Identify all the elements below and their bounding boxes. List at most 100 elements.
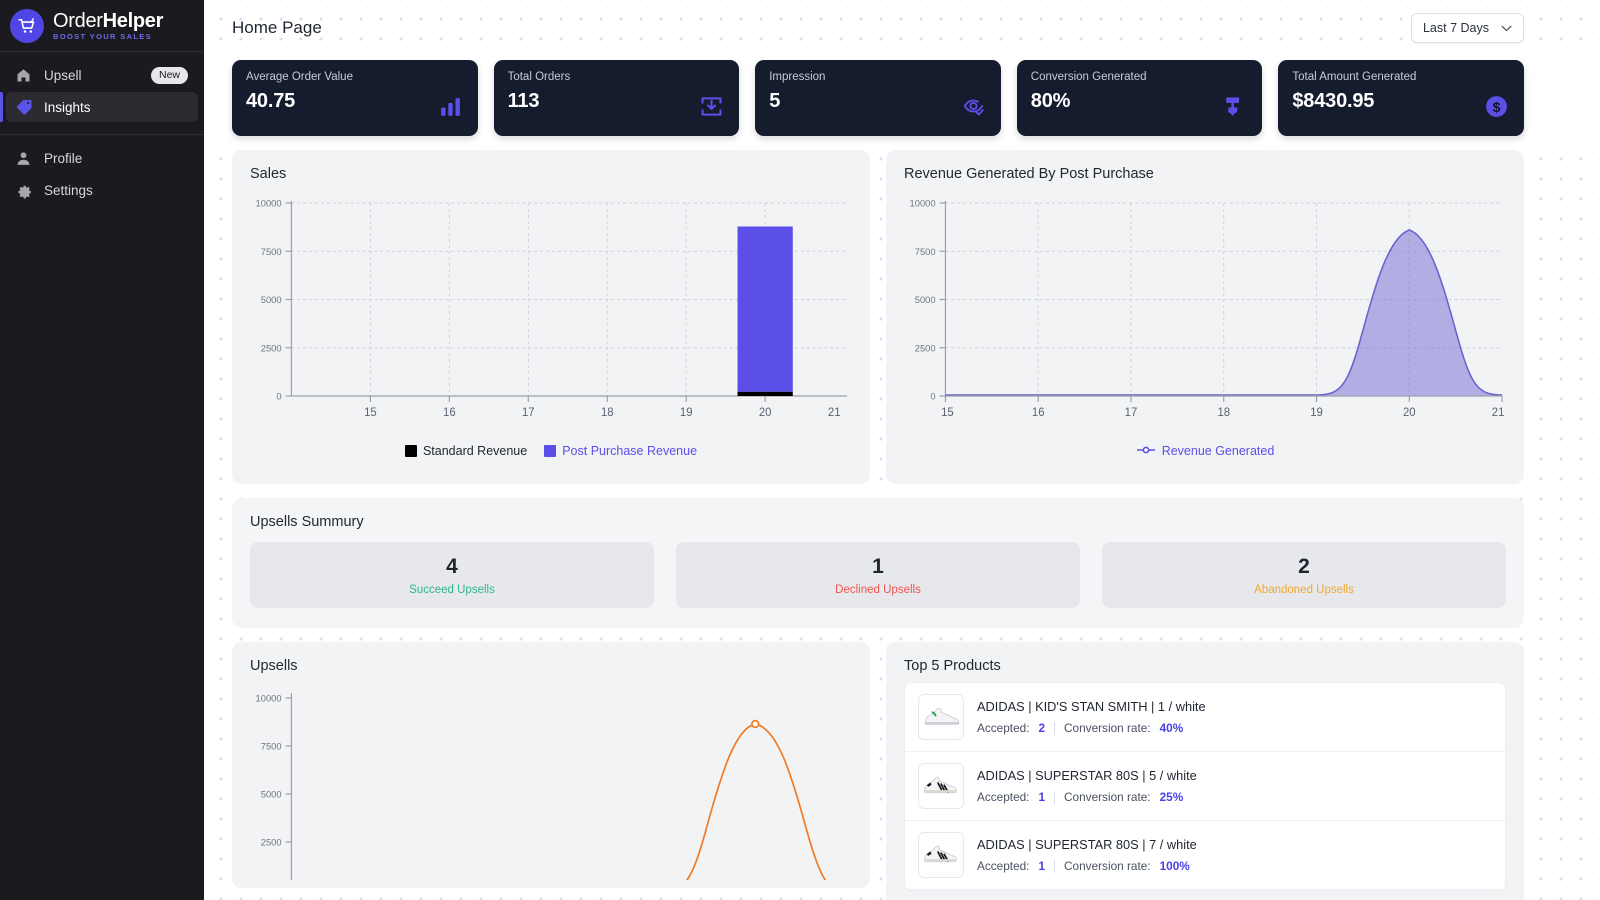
legend-item-post-purchase-revenue[interactable]: Post Purchase Revenue [544,444,697,458]
product-name: ADIDAS | SUPERSTAR 80S | 7 / white [977,837,1197,852]
tag-icon [14,98,33,117]
sales-chart-area: 10000 7500 5000 2500 0 15 16 17 18 19 20… [250,188,852,460]
kpi-card-conversion-generated: Conversion Generated 80% [1016,60,1263,136]
legend-label-post-purchase-revenue: Post Purchase Revenue [562,444,698,458]
svg-text:2500: 2500 [261,342,282,353]
sidebar-primary-nav: Upsell New Insights [0,52,204,135]
svg-text:10000: 10000 [256,692,282,703]
brand-name-light: Order [53,10,103,33]
sidebar-item-profile[interactable]: Profile [6,143,198,173]
upsells-chart-area: 10000 7500 5000 2500 [250,680,852,880]
upsells-summary-cards: 4 Succeed Upsells 1 Declined Upsells 2 A… [250,542,1506,608]
conversion-icon [1222,94,1248,120]
svg-text:17: 17 [1125,407,1138,419]
list-item[interactable]: ADIDAS | SUPERSTAR 80S | 7 / white Accep… [905,821,1505,890]
bar-post-purchase-revenue [737,226,793,392]
sidebar-item-insights-label: Insights [44,99,91,115]
summary-label: Declined Upsells [835,583,921,596]
kpi-label: Conversion Generated [1030,71,1147,83]
svg-text:18: 18 [601,407,614,419]
line-point-marker-icon [1136,444,1156,458]
page-header: Home Page Last 7 Days [232,0,1524,56]
top-products-panel: Top 5 Products ADIDAS | KID'S STAN SMITH… [886,642,1524,900]
kpi-value: $8430.95 [1292,90,1375,112]
svg-text:5000: 5000 [261,788,282,799]
conversion-label: Conversion rate: [1064,859,1151,873]
svg-text:10000: 10000 [910,197,936,208]
svg-text:15: 15 [364,407,377,419]
product-meta: Accepted: 1 Conversion rate: 100% [977,859,1492,873]
chevron-down-icon [1501,21,1512,35]
sidebar-upsell-new-badge: New [150,66,188,84]
revenue-chart-panel: Revenue Generated By Post Purchase 10000… [886,150,1524,484]
accepted-label: Accepted: [977,859,1030,873]
product-meta: Accepted: 2 Conversion rate: 40% [977,721,1492,735]
white-sneaker-green-icon [918,694,964,740]
conversion-value: 40% [1159,721,1184,735]
summary-label: Succeed Upsells [409,583,495,596]
product-name: ADIDAS | KID'S STAN SMITH | 1 / white [977,699,1206,714]
upsells-line [685,723,827,880]
divider [1054,790,1056,804]
svg-text:0: 0 [930,390,935,401]
kpi-card-average-order-value: Average Order Value 40.75 [232,60,478,136]
dashboard-root: OrderHelper BOOST YOUR SALES Upsell New [0,0,1600,900]
legend-swatch-post-purchase-revenue [544,445,557,457]
brand-logo-area[interactable]: OrderHelper BOOST YOUR SALES [0,0,204,52]
accepted-label: Accepted: [977,790,1030,804]
summary-value: 2 [1298,554,1310,578]
sales-chart-legend: Standard Revenue Post Purchase Revenue [250,444,852,458]
white-sneaker-black-stripes-icon [918,832,964,878]
svg-text:0: 0 [276,390,281,401]
conversion-value: 100% [1159,859,1190,873]
product-list: ADIDAS | KID'S STAN SMITH | 1 / white Ac… [904,682,1506,891]
upsells-line-point [751,719,760,729]
svg-text:10000: 10000 [256,197,282,208]
sidebar-item-settings[interactable]: Settings [6,175,198,205]
legend-label-revenue-generated: Revenue Generated [1161,444,1275,458]
legend-item-revenue-generated[interactable]: Revenue Generated [1136,444,1275,458]
accepted-value: 2 [1038,721,1046,735]
svg-text:19: 19 [680,407,693,419]
page-title: Home Page [232,18,322,37]
upsells-summary-title: Upsells Summury [250,514,364,530]
sidebar-item-upsell[interactable]: Upsell New [6,60,198,90]
kpi-value: 5 [769,90,781,112]
revenue-chart-title: Revenue Generated By Post Purchase [904,166,1154,182]
svg-text:21: 21 [1492,407,1505,419]
svg-text:5000: 5000 [915,294,936,305]
sidebar-item-insights[interactable]: Insights [0,92,198,122]
svg-text:20: 20 [1403,407,1416,419]
bar-chart-icon [438,94,464,120]
brand-name-bold: Helper [102,10,164,33]
brand-name: OrderHelper [53,11,163,31]
svg-text:7500: 7500 [261,246,282,257]
legend-item-standard-revenue[interactable]: Standard Revenue [404,444,527,458]
gear-icon [14,181,33,200]
shopping-cart-icon [10,8,44,43]
sidebar: OrderHelper BOOST YOUR SALES Upsell New [0,0,204,900]
sidebar-item-settings-label: Settings [44,182,93,198]
svg-text:18: 18 [1217,407,1230,419]
date-range-select[interactable]: Last 7 Days [1410,13,1524,43]
divider [1054,859,1056,873]
kpi-label: Total Orders [507,71,571,83]
kpi-card-impression: Impression 5 [755,60,1001,136]
svg-text:2500: 2500 [261,836,282,847]
upsells-chart-title: Upsells [250,658,298,674]
bottom-row: Upsells 10000 7500 5000 2500 Top 5 Produ… [232,642,1524,900]
user-icon [14,149,33,168]
svg-text:21: 21 [828,407,841,419]
upsells-chart-svg: 10000 7500 5000 2500 [256,692,827,880]
sales-chart-svg: 10000 7500 5000 2500 0 15 16 17 18 19 20… [256,197,848,419]
summary-value: 4 [446,554,458,578]
summary-value: 1 [872,554,884,578]
list-item[interactable]: ADIDAS | KID'S STAN SMITH | 1 / white Ac… [905,683,1505,752]
accepted-value: 1 [1038,790,1046,804]
upsells-summary-panel: Upsells Summury 4 Succeed Upsells 1 Decl… [232,498,1524,628]
revenue-chart-svg: 10000 7500 5000 2500 0 15 16 17 18 19 20… [910,197,1505,419]
sales-chart-panel: Sales 10000 7500 5000 2500 0 15 16 17 18… [232,150,870,484]
bar-standard-revenue [737,391,793,396]
list-item[interactable]: ADIDAS | SUPERSTAR 80S | 5 / white Accep… [905,752,1505,821]
kpi-value: 40.75 [246,90,296,112]
